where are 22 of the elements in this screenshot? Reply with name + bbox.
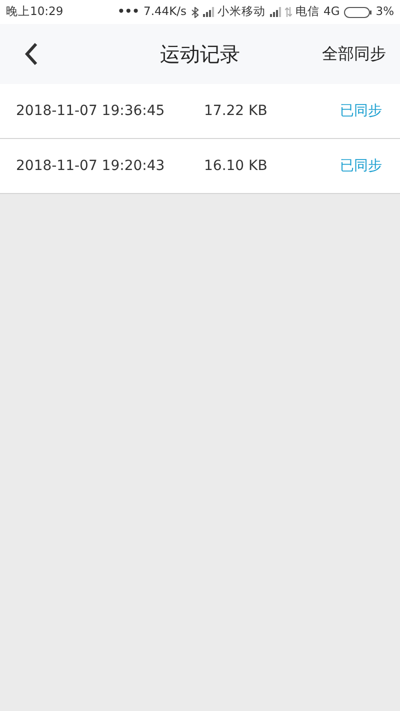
record-time: 2018-11-07 19:36:45 — [16, 102, 166, 120]
data-arrows-icon — [284, 7, 292, 17]
sync-status: 已同步 — [340, 102, 382, 120]
record-size: 17.22 KB — [204, 102, 268, 120]
carrier-name: 电信 — [296, 3, 320, 20]
sync-all-button[interactable]: 全部同步 — [322, 42, 386, 66]
page-title: 运动记录 — [160, 41, 240, 68]
signal-icon — [202, 7, 214, 17]
status-time: 晚上10:29 — [6, 3, 64, 20]
record-time: 2018-11-07 19:20:43 — [16, 156, 166, 176]
network-speed: 7.44K/s — [144, 3, 187, 20]
battery-icon — [344, 6, 372, 18]
signal-icon — [270, 7, 281, 17]
record-row[interactable]: 2018-11-07 19:20:43 16.10 KB 已同步 — [0, 139, 400, 194]
dots-text: ••• — [117, 3, 140, 20]
record-size: 16.10 KB — [204, 156, 268, 176]
network-type: 4G — [324, 3, 340, 20]
carrier-name: 小米移动 — [218, 3, 266, 20]
bluetooth-icon — [190, 6, 199, 18]
sync-status: 已同步 — [340, 156, 382, 176]
battery-percent: 3% — [376, 3, 394, 20]
record-row[interactable]: 2018-11-07 19:36:45 17.22 KB 已同步 — [0, 84, 400, 139]
